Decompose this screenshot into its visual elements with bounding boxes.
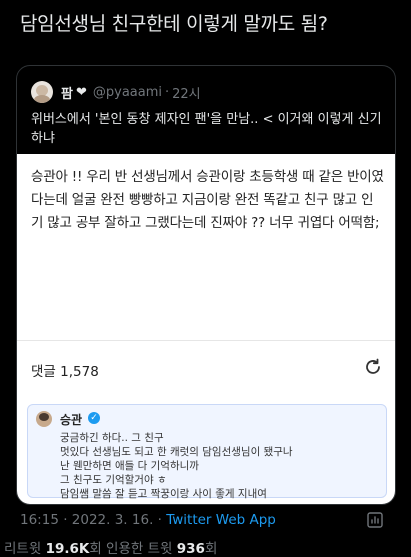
avatar [36,411,52,427]
verified-check-icon: ✓ [88,412,100,424]
quoted-tweet-text: 위버스에서 '본인 동창 제자인 팬'을 만남.. < 이거왜 이렇게 신기하냐 [31,112,382,146]
divider [17,340,395,341]
artist-reply: 승관 ✓ 궁금하긴 하다.. 그 친구 멋있다 선생님도 되고 한 캐럿의 담임… [27,404,387,501]
quoted-tweet-header: 팜 ❤ @pyaaami · 22시 [31,79,201,105]
retweet-count[interactable]: 19.6K [46,541,90,557]
retweet-label[interactable]: 리트윗 [4,541,46,557]
separator-dot: · [165,84,170,100]
quoted-timestamp[interactable]: 22시 [172,83,201,102]
reply-line: 난 웬만하면 애들 다 기억하니까 [60,460,199,472]
engagement-stats: 리트윗 19.6K회 인용한 트윗 936회 [4,537,217,557]
avatar[interactable] [31,81,53,103]
quote-count[interactable]: 936 [177,541,205,557]
reply-line: 담임쌤 말씀 잘 듣고 짝꿍이랑 사이 좋게 지내여 [60,488,267,500]
reply-line: 궁금하긴 하다.. 그 친구 [60,432,164,444]
fan-post-text: 승관아 !! 우리 반 선생님께서 승관이랑 초등학생 때 같은 반이였다는데 … [31,169,384,231]
quoted-author-name[interactable]: 팜 [61,83,73,102]
attached-image[interactable]: 승관아 !! 우리 반 선생님께서 승관이랑 초등학생 때 같은 반이였다는데 … [17,154,395,504]
quoted-author-handle[interactable]: @pyaaami [93,85,162,100]
quoted-tweet[interactable]: 팜 ❤ @pyaaami · 22시 위버스에서 '본인 동창 제자인 팬'을 … [16,65,396,505]
reply-author-name: 승관 [60,413,83,427]
refresh-icon [366,358,380,374]
reply-line: 멋있다 선생님도 되고 한 캐럿의 담임선생님이 됐구나 [60,446,293,458]
comment-count: 댓글 1,578 [31,364,99,380]
heart-icon: ❤ [75,84,87,100]
quote-suffix: 회 [204,541,218,557]
tweet-meta: 16:15 · 2022. 3. 16. · Twitter Web App [20,512,276,528]
tweet-text: 담임선생님 친구한테 이렇게 말까도 됨? [20,13,328,35]
client-link[interactable]: Twitter Web App [166,512,276,528]
quote-label[interactable]: 회 인용한 트윗 [89,541,176,557]
reply-text: 궁금하긴 하다.. 그 친구 멋있다 선생님도 되고 한 캐럿의 담임선생님이 … [60,431,380,501]
tweet-timestamp[interactable]: 16:15 · 2022. 3. 16. · [20,512,166,528]
analytics-icon[interactable] [366,511,384,529]
reply-line: 그 친구도 기억할거야 ㅎ [60,474,167,486]
